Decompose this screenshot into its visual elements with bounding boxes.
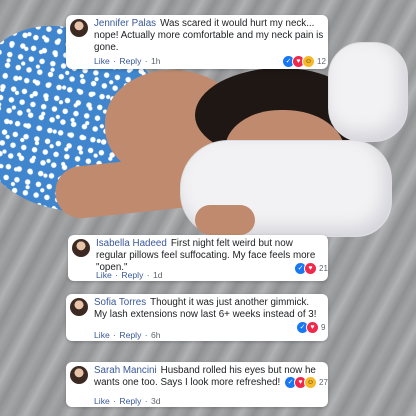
comment-body: Isabella Hadeed First night felt weird bu… <box>96 238 324 274</box>
comment-body: Jennifer Palas Was scared it would hurt m… <box>94 18 324 54</box>
haha-icon: ☺ <box>302 55 315 68</box>
reply-link[interactable]: Reply <box>119 330 141 340</box>
like-link[interactable]: Like <box>96 270 112 280</box>
hand <box>195 205 255 235</box>
comment-card: Sarah Mancini Husband rolled his eyes but… <box>66 362 328 407</box>
comment-author[interactable]: Sarah Mancini <box>94 365 157 376</box>
reaction-count: 9 <box>321 323 326 332</box>
love-icon: ♥ <box>304 262 317 275</box>
comment-author[interactable]: Sofia Torres <box>94 297 146 308</box>
avatar[interactable] <box>70 298 88 316</box>
like-link[interactable]: Like <box>94 330 110 340</box>
reaction-count: 12 <box>317 57 326 66</box>
reactions-summary[interactable]: ✓ ♥ 21 <box>294 262 328 275</box>
comment-timestamp[interactable]: 1h <box>151 56 161 66</box>
avatar[interactable] <box>72 239 90 257</box>
avatar[interactable] <box>70 366 88 384</box>
reply-link[interactable]: Reply <box>119 396 141 406</box>
reactions-summary[interactable]: ✓ ♥ 9 <box>296 321 325 334</box>
comment-card: Jennifer Palas Was scared it would hurt m… <box>66 15 328 69</box>
comment-card: Sofia Torres Thought it was just another … <box>66 294 328 341</box>
like-link[interactable]: Like <box>94 396 110 406</box>
comment-actions: Like · Reply · 3d <box>94 396 161 406</box>
reply-link[interactable]: Reply <box>119 56 141 66</box>
like-link[interactable]: Like <box>94 56 110 66</box>
reaction-count: 21 <box>319 264 328 273</box>
comment-actions: Like · Reply · 1h <box>94 56 161 66</box>
avatar[interactable] <box>70 19 88 37</box>
comment-timestamp[interactable]: 3d <box>151 396 161 406</box>
reactions-summary[interactable]: ✓ ♥ ☺ 12 <box>282 55 326 68</box>
comment-actions: Like · Reply · 1d <box>96 270 163 280</box>
reaction-count: 27 <box>319 378 328 387</box>
haha-icon: ☺ <box>304 376 317 389</box>
comment-author[interactable]: Jennifer Palas <box>94 18 156 29</box>
love-icon: ♥ <box>306 321 319 334</box>
comment-card: Isabella Hadeed First night felt weird bu… <box>68 235 328 281</box>
reactions-summary[interactable]: ✓ ♥ ☺ 27 <box>284 376 328 389</box>
comment-body: Sofia Torres Thought it was just another … <box>94 297 324 321</box>
back-pillow <box>328 42 408 142</box>
comment-timestamp[interactable]: 1d <box>153 270 163 280</box>
comment-author[interactable]: Isabella Hadeed <box>96 238 167 249</box>
comment-actions: Like · Reply · 6h <box>94 330 161 340</box>
comment-timestamp[interactable]: 6h <box>151 330 161 340</box>
reply-link[interactable]: Reply <box>121 270 143 280</box>
